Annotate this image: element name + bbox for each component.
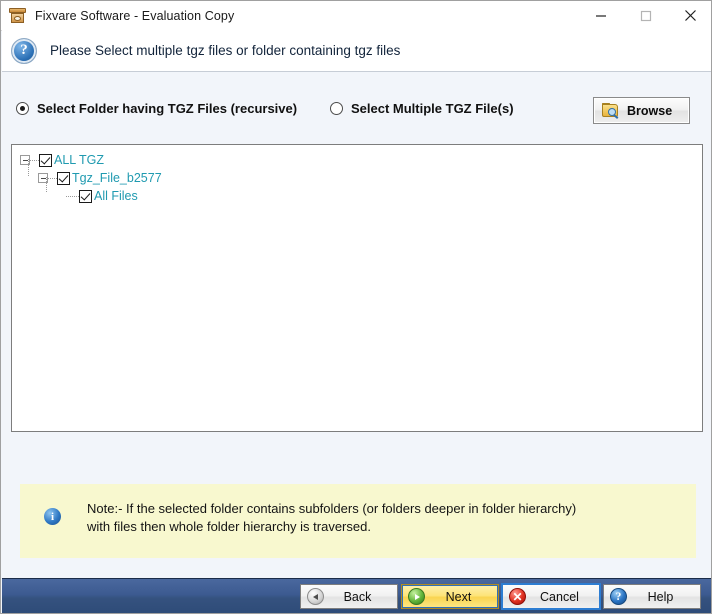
minimize-button[interactable] xyxy=(578,1,623,30)
tree-connector-line xyxy=(30,159,39,161)
maximize-button[interactable] xyxy=(623,1,668,30)
footer-button-group: Back Next ✕ Cancel ? Help xyxy=(300,583,701,610)
help-button[interactable]: ? Help xyxy=(603,584,701,609)
cancel-button-label: Cancel xyxy=(540,589,579,604)
tree-checkbox[interactable] xyxy=(39,153,52,167)
next-button-label: Next xyxy=(445,589,472,604)
radio-folder-label: Select Folder having TGZ Files (recursiv… xyxy=(37,101,298,116)
play-icon xyxy=(408,588,425,605)
close-button[interactable] xyxy=(668,1,711,30)
question-mark-icon: ? xyxy=(11,37,37,64)
browse-button-label: Browse xyxy=(627,103,673,118)
window-title: Fixvare Software - Evaluation Copy xyxy=(35,8,235,23)
tree-checkbox[interactable] xyxy=(79,189,92,203)
main-content: Select Folder having TGZ Files (recursiv… xyxy=(2,72,711,578)
info-icon: i xyxy=(44,508,61,525)
browse-button[interactable]: Browse xyxy=(593,97,690,124)
tree-node-tgz-file[interactable]: Tgz_File_b2577 xyxy=(28,159,702,187)
radio-files-label: Select Multiple TGZ File(s) xyxy=(351,101,514,116)
note-text: Note:- If the selected folder contains s… xyxy=(87,501,577,534)
close-icon xyxy=(685,10,696,21)
tree-node-label: Tgz_File_b2577 xyxy=(72,171,162,185)
tree-node-all-tgz[interactable]: ALL TGZ xyxy=(20,151,702,169)
note-panel: i Note:- If the selected folder contains… xyxy=(20,484,696,558)
application-window: Fixvare Software - Evaluation Copy ? Ple… xyxy=(0,0,712,614)
tree-connector-line xyxy=(66,195,79,197)
help-button-label: Help xyxy=(647,589,674,604)
tree-connector-vline xyxy=(46,177,47,193)
tgz-tree-panel[interactable]: ALL TGZ Tgz_File_b2577 All Files xyxy=(11,144,703,432)
next-button[interactable]: Next xyxy=(401,584,499,609)
back-button-label: Back xyxy=(343,589,372,604)
radio-select-files[interactable]: Select Multiple TGZ File(s) xyxy=(330,101,514,116)
cancel-button[interactable]: ✕ Cancel xyxy=(501,583,601,610)
tree-node-label: All Files xyxy=(94,189,138,203)
radio-select-folder[interactable]: Select Folder having TGZ Files (recursiv… xyxy=(16,101,297,116)
radio-files-indicator[interactable] xyxy=(330,102,343,115)
folder-search-icon xyxy=(602,103,620,119)
archive-box-icon xyxy=(9,7,26,24)
rewind-icon xyxy=(307,588,324,605)
maximize-icon xyxy=(640,10,651,21)
tree-connector-vline xyxy=(28,159,29,177)
tree-node-label: ALL TGZ xyxy=(54,153,105,167)
question-icon: ? xyxy=(610,588,627,605)
radio-folder-indicator[interactable] xyxy=(16,102,29,115)
cancel-icon: ✕ xyxy=(509,588,526,605)
tree-checkbox[interactable] xyxy=(57,171,70,185)
tree-node-all-files[interactable]: All Files xyxy=(46,177,702,205)
title-bar: Fixvare Software - Evaluation Copy xyxy=(1,1,711,31)
instruction-header: ? Please Select multiple tgz files or fo… xyxy=(2,30,711,72)
minimize-icon xyxy=(595,14,606,17)
tree-connector-line xyxy=(48,177,57,179)
source-options-row: Select Folder having TGZ Files (recursiv… xyxy=(2,96,711,130)
instruction-text: Please Select multiple tgz files or fold… xyxy=(50,43,401,58)
tree-root: ALL TGZ Tgz_File_b2577 All Files xyxy=(12,145,702,205)
back-button[interactable]: Back xyxy=(300,584,398,609)
footer-bar: Back Next ✕ Cancel ? Help xyxy=(2,578,711,613)
window-controls xyxy=(578,1,711,30)
